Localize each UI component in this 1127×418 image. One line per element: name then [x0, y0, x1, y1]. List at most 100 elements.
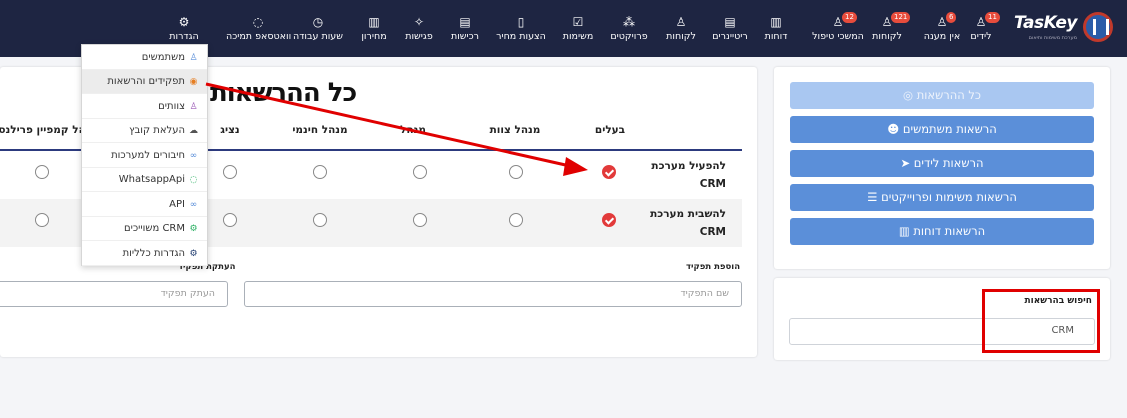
clock-icon: ◷	[286, 14, 350, 30]
nav-item-label: אין מענה	[923, 31, 961, 42]
role-permission-radio[interactable]	[602, 213, 616, 227]
permission-category-button[interactable]: ☻ הרשאות משתמשים	[790, 116, 1094, 143]
nav-icon-glyph: ▥	[770, 15, 782, 29]
permission-category-button[interactable]: ◎ כל ההרשאות	[790, 82, 1094, 109]
user-icon: ♙ 12	[806, 12, 870, 30]
brand-tagline: מערכת משימות ותיאום	[1028, 35, 1077, 41]
nav-item-label: הצעות מחיר	[496, 31, 546, 42]
permission-category-button[interactable]: ➤ הרשאות לידים	[790, 150, 1094, 177]
role-permission-radio[interactable]	[223, 165, 237, 179]
nav-item-label: שעות עבודה	[293, 31, 343, 42]
logo-mark-icon	[1083, 12, 1113, 42]
settings-menu-item[interactable]: ∞ API	[82, 193, 207, 217]
nav-item[interactable]: ◷ שעות עבודה	[286, 14, 350, 46]
settings-menu-item[interactable]: ♙ צוותים	[82, 95, 207, 119]
gear-icon: ⚙	[189, 248, 198, 259]
settings-menu-item[interactable]: ∞ חיבורים למערכות	[82, 144, 207, 168]
permission-label-line: להפעיל מערכת	[651, 160, 726, 172]
whatsapp-icon: ◌	[189, 175, 198, 185]
page-title: כל ההרשאות	[210, 78, 357, 108]
nav-item[interactable]: ▯ הצעות מחיר	[489, 14, 553, 46]
add-role-label: הוספת תפקיד	[686, 262, 741, 272]
check-square-icon: ☑	[546, 14, 610, 30]
nav-count-badge: 6	[946, 12, 957, 23]
nav-icon-glyph: ▥	[368, 15, 380, 29]
permission-label-line: CRM	[699, 226, 726, 238]
settings-menu-label: תפקידים והרשאות	[107, 76, 185, 87]
nav-icon-glyph: ✧	[413, 15, 425, 29]
bar-chart-icon: ▥	[898, 224, 910, 238]
nav-icon-glyph: ▤	[724, 15, 736, 29]
role-permission-radio[interactable]	[413, 213, 427, 227]
nav-icon-glyph: ♙	[675, 15, 687, 29]
permission-label: להפעיל מערכת CRM	[651, 157, 726, 193]
link-icon: ∞	[189, 150, 198, 161]
users-group-icon: ♙	[189, 101, 198, 112]
nav-item-label: וואטסאפ תמיכה	[226, 31, 292, 42]
settings-menu-label: חיבורים למערכות	[111, 149, 185, 161]
settings-menu-label: משתמשים	[141, 51, 185, 63]
nav-item-label: משימות	[562, 31, 594, 42]
settings-menu-label: צוותים	[158, 100, 185, 112]
permission-label-line: CRM	[699, 178, 726, 190]
permission-category-label: הרשאות משימות ופרוייקטים	[881, 190, 1017, 204]
brand-name: TasKey	[1013, 13, 1078, 33]
paper-plane-icon: ➤	[900, 156, 911, 170]
role-permission-radio[interactable]	[509, 165, 523, 179]
role-permission-radio[interactable]	[313, 165, 327, 179]
nav-item-label: המשכי טיפול	[812, 31, 864, 42]
role-name-input[interactable]: שם התפקיד	[244, 281, 742, 307]
nav-count-badge: 11	[985, 12, 1000, 23]
gear-icon: ⚙	[189, 224, 198, 234]
users-icon: ☻	[887, 122, 900, 136]
settings-menu-item[interactable]: ☁ העלאת קובץ	[82, 119, 207, 143]
role-column-header: מנהל חינמי	[292, 124, 348, 136]
nav-item[interactable]: ⚙ הגדרות	[152, 14, 216, 46]
permission-category-button[interactable]: ▥ הרשאות דוחות	[790, 218, 1094, 245]
permission-label-line: להשבית מערכת	[650, 208, 726, 220]
nav-item[interactable]: ♙ 6 אין מענה	[910, 12, 974, 46]
role-permission-radio[interactable]	[313, 213, 327, 227]
permission-category-label: הרשאות לידים	[913, 156, 984, 170]
users-icon: ♙	[189, 52, 198, 63]
nav-item[interactable]: ☑ משימות	[546, 14, 610, 46]
role-permission-radio[interactable]	[413, 165, 427, 179]
gear-icon: ⚙	[152, 14, 216, 30]
eye-slash-icon: ◎	[902, 88, 914, 102]
nav-icon-glyph: ◌	[252, 15, 264, 29]
role-permission-radio[interactable]	[35, 165, 49, 179]
settings-menu-item[interactable]: ◌ WhatsappApi	[82, 168, 207, 192]
role-permission-radio[interactable]	[35, 213, 49, 227]
settings-menu-label: WhatsappApi	[118, 174, 185, 185]
file-icon: ▯	[489, 14, 553, 30]
brand-logo[interactable]: TasKey מערכת משימות ותיאום	[1003, 10, 1113, 48]
nav-item[interactable]: ◌ וואטסאפ תמיכה	[226, 14, 292, 46]
nav-count-badge: 121	[891, 12, 911, 23]
nav-icon-glyph: ▤	[459, 15, 471, 29]
annotation-highlight-box	[982, 289, 1100, 353]
nav-item-label: הגדרות	[169, 31, 199, 42]
whatsapp-icon: ◌	[226, 14, 290, 30]
role-permission-radio[interactable]	[223, 213, 237, 227]
settings-menu-item[interactable]: ◉ תפקידים והרשאות	[82, 70, 207, 94]
nav-item[interactable]: ♙ 12 המשכי טיפול	[806, 12, 870, 46]
role-column-header: מנהל	[400, 124, 426, 136]
role-permission-radio[interactable]	[509, 213, 523, 227]
settings-menu-item[interactable]: ⚙ הגדרות כלליות	[82, 242, 207, 266]
role-permission-radio[interactable]	[602, 165, 616, 179]
settings-dropdown-menu: ♙ משתמשים ◉ תפקידים והרשאות ♙ צוותים ☁ העלאת קו…	[81, 44, 208, 266]
permission-category-button[interactable]: ☰ הרשאות משימות ופרוייקטים	[790, 184, 1094, 211]
barcode-icon: ▥	[342, 14, 406, 30]
settings-menu-item[interactable]: ♙ משתמשים	[82, 46, 207, 70]
nav-icon-glyph: ☑	[572, 15, 584, 29]
settings-menu-item[interactable]: ⚙ CRM משוייכים	[82, 217, 207, 241]
copy-role-select[interactable]: העתק תפקיד	[0, 281, 228, 307]
permission-label: להשבית מערכת CRM	[650, 205, 726, 241]
permission-category-label: הרשאות משתמשים	[902, 122, 997, 136]
nav-item-label: מחירון	[361, 31, 387, 42]
permissions-sidebar: ◎ כל ההרשאות ☻ הרשאות משתמשים ➤ הרשאות ליד…	[774, 67, 1110, 269]
list-icon: ☰	[867, 190, 878, 204]
nav-item[interactable]: ▥ מחירון	[342, 14, 406, 46]
cloud-upload-icon: ☁	[189, 126, 198, 136]
permission-category-label: הרשאות דוחות	[913, 224, 986, 238]
